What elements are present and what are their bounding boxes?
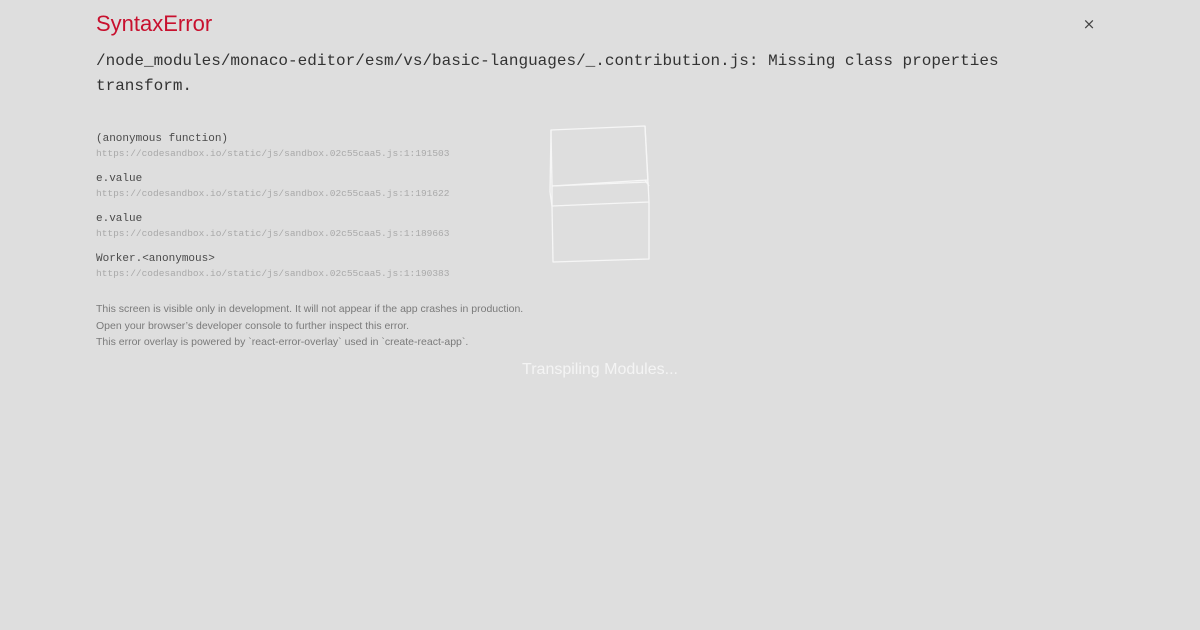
error-overlay: SyntaxError × /node_modules/monaco-edito…: [0, 0, 1200, 630]
stack-frame-location[interactable]: https://codesandbox.io/static/js/sandbox…: [96, 227, 536, 241]
error-message: /node_modules/monaco-editor/esm/vs/basic…: [96, 52, 999, 95]
stack-frame[interactable]: (anonymous function) https://codesandbox…: [96, 131, 536, 171]
stack-frame-function: Worker.<anonymous>: [96, 253, 215, 265]
stack-frame[interactable]: e.value https://codesandbox.io/static/js…: [96, 211, 536, 251]
stack-trace: (anonymous function) https://codesandbox…: [96, 131, 536, 291]
footer-notes: This screen is visible only in developme…: [96, 301, 523, 351]
stack-frame-function: e.value: [96, 173, 143, 185]
stack-frame[interactable]: e.value https://codesandbox.io/static/js…: [96, 171, 536, 211]
error-title: SyntaxError: [96, 11, 213, 36]
close-icon[interactable]: ×: [1080, 14, 1098, 34]
stack-frame-location[interactable]: https://codesandbox.io/static/js/sandbox…: [96, 187, 536, 201]
stack-frame-function: e.value: [96, 213, 143, 225]
loading-status: Transpiling Modules...: [522, 361, 678, 378]
loading-cube-icon: [549, 125, 650, 263]
footer-note: Open your browser’s developer console to…: [96, 319, 410, 332]
stack-frame-function: (anonymous function): [96, 133, 229, 145]
footer-note: This screen is visible only in developme…: [96, 303, 524, 315]
footer-note: This error overlay is powered by `react-…: [96, 336, 469, 348]
stack-frame-location[interactable]: https://codesandbox.io/static/js/sandbox…: [96, 267, 536, 281]
stack-frame[interactable]: Worker.<anonymous> https://codesandbox.i…: [96, 251, 536, 291]
stack-frame-location[interactable]: https://codesandbox.io/static/js/sandbox…: [96, 147, 536, 161]
